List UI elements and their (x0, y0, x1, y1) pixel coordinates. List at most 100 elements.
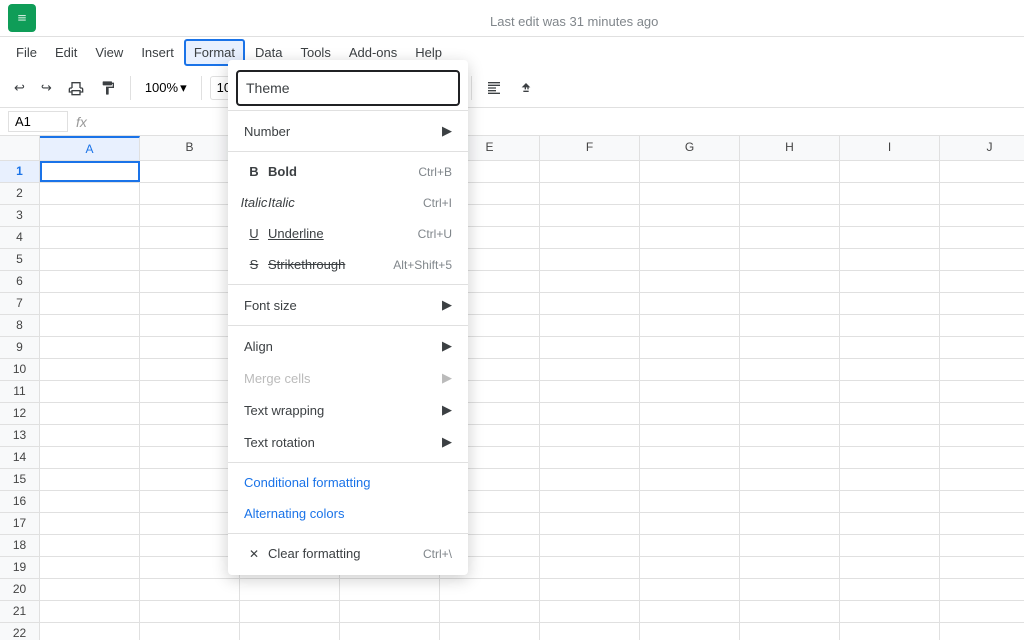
cell[interactable] (640, 425, 740, 446)
cell[interactable] (840, 491, 940, 512)
cell[interactable] (140, 315, 240, 336)
menu-edit[interactable]: Edit (47, 41, 85, 64)
cell[interactable] (40, 535, 140, 556)
cell[interactable] (640, 271, 740, 292)
cell[interactable] (840, 469, 940, 490)
cell[interactable] (40, 513, 140, 534)
cell[interactable] (840, 227, 940, 248)
cell[interactable] (740, 161, 840, 182)
cell[interactable] (40, 161, 140, 182)
cell[interactable] (840, 557, 940, 578)
cell[interactable] (740, 557, 840, 578)
col-header-j[interactable]: J (940, 136, 1024, 160)
cell[interactable] (740, 337, 840, 358)
cell[interactable] (640, 161, 740, 182)
cell[interactable] (740, 205, 840, 226)
cell[interactable] (740, 513, 840, 534)
cell[interactable] (540, 271, 640, 292)
cell[interactable] (340, 623, 440, 640)
cell[interactable] (640, 315, 740, 336)
cell[interactable] (840, 337, 940, 358)
cell[interactable] (940, 359, 1024, 380)
cell[interactable] (540, 227, 640, 248)
cell[interactable] (140, 161, 240, 182)
cell[interactable] (740, 249, 840, 270)
cell[interactable] (840, 293, 940, 314)
cell[interactable] (640, 623, 740, 640)
cell[interactable] (340, 601, 440, 622)
cell[interactable] (540, 205, 640, 226)
cell[interactable] (340, 579, 440, 600)
cell[interactable] (640, 337, 740, 358)
cell[interactable] (140, 601, 240, 622)
col-header-b[interactable]: B (140, 136, 240, 160)
cell[interactable] (840, 183, 940, 204)
cell[interactable] (140, 403, 240, 424)
cell[interactable] (740, 227, 840, 248)
cell[interactable] (540, 249, 640, 270)
format-menu-conditional-formatting[interactable]: Conditional formatting (228, 467, 468, 498)
cell[interactable] (540, 315, 640, 336)
align-button[interactable] (480, 76, 508, 100)
cell[interactable] (140, 183, 240, 204)
cell[interactable] (840, 535, 940, 556)
cell[interactable] (640, 293, 740, 314)
cell[interactable] (140, 469, 240, 490)
cell[interactable] (540, 491, 640, 512)
cell[interactable] (840, 403, 940, 424)
cell[interactable] (940, 425, 1024, 446)
cell[interactable] (840, 513, 940, 534)
cell[interactable] (740, 293, 840, 314)
cell[interactable] (40, 469, 140, 490)
cell[interactable] (740, 183, 840, 204)
cell[interactable] (740, 271, 840, 292)
cell[interactable] (940, 403, 1024, 424)
cell[interactable] (940, 271, 1024, 292)
cell[interactable] (940, 381, 1024, 402)
cell[interactable] (540, 337, 640, 358)
cell[interactable] (940, 623, 1024, 640)
cell[interactable] (40, 623, 140, 640)
cell[interactable] (640, 579, 740, 600)
paint-format-button[interactable] (94, 76, 122, 100)
format-menu-strikethrough[interactable]: S Strikethrough Alt+Shift+5 (228, 249, 468, 280)
format-menu-clear-formatting[interactable]: ✕ Clear formatting Ctrl+\ (228, 538, 468, 569)
cell[interactable] (740, 579, 840, 600)
format-menu-bold[interactable]: B Bold Ctrl+B (228, 156, 468, 187)
cell[interactable] (140, 513, 240, 534)
cell[interactable] (40, 601, 140, 622)
cell[interactable] (840, 381, 940, 402)
cell[interactable] (640, 513, 740, 534)
cell[interactable] (140, 579, 240, 600)
cell[interactable] (140, 271, 240, 292)
cell[interactable] (140, 447, 240, 468)
cell[interactable] (640, 403, 740, 424)
format-menu-align[interactable]: Align ▶ (228, 330, 468, 362)
cell[interactable] (40, 315, 140, 336)
cell[interactable] (540, 183, 640, 204)
cell[interactable] (40, 359, 140, 380)
cell[interactable] (540, 469, 640, 490)
cell[interactable] (540, 579, 640, 600)
cell[interactable] (640, 381, 740, 402)
cell[interactable] (540, 403, 640, 424)
cell[interactable] (740, 601, 840, 622)
cell[interactable] (940, 535, 1024, 556)
cell[interactable] (40, 425, 140, 446)
cell[interactable] (140, 425, 240, 446)
cell[interactable] (40, 403, 140, 424)
format-menu-number[interactable]: Number ▶ (228, 115, 468, 147)
cell[interactable] (640, 491, 740, 512)
cell[interactable] (940, 183, 1024, 204)
cell[interactable] (840, 161, 940, 182)
cell[interactable] (640, 359, 740, 380)
cell[interactable] (440, 623, 540, 640)
cell[interactable] (640, 601, 740, 622)
cell[interactable] (840, 623, 940, 640)
cell[interactable] (640, 227, 740, 248)
cell[interactable] (540, 557, 640, 578)
cell[interactable] (740, 491, 840, 512)
format-menu-underline[interactable]: U Underline Ctrl+U (228, 218, 468, 249)
cell[interactable] (740, 535, 840, 556)
format-menu-text-rotation[interactable]: Text rotation ▶ (228, 426, 468, 458)
